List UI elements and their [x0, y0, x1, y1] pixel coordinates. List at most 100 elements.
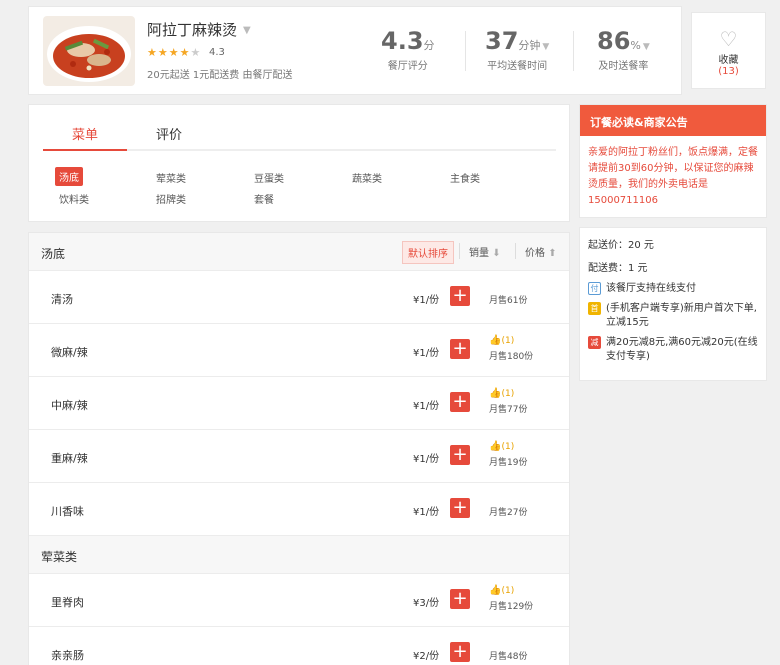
- sort-sales-button[interactable]: 销量 ⬇: [469, 244, 501, 259]
- add-to-cart-button[interactable]: +: [450, 392, 470, 412]
- dish-sold: 月售180份: [489, 352, 534, 362]
- dish-sold: 月售27份: [489, 508, 528, 518]
- rating-score: 4.3: [209, 47, 225, 58]
- discount-icon: 减: [588, 336, 601, 349]
- min-order: 起送价：20 元: [588, 240, 654, 251]
- chevron-down-icon: ▼: [542, 42, 550, 52]
- tab-menu[interactable]: 菜单: [72, 124, 98, 143]
- shop-name-text: 阿拉丁麻辣烫: [147, 21, 238, 39]
- dish-name[interactable]: 里脊肉: [51, 594, 84, 610]
- dish-price: ¥1/份: [413, 348, 440, 359]
- stat-delivery-time[interactable]: 37分钟 ▼ 平均送餐时间: [485, 27, 549, 72]
- sort-price-label: 价格: [525, 248, 545, 259]
- shop-thumbnail[interactable]: [43, 16, 135, 86]
- thumbs-up-icon: 👍: [489, 585, 502, 596]
- category-item[interactable]: 蔬菜类: [352, 170, 382, 185]
- stat-ontime-unit: %: [630, 39, 641, 52]
- add-to-cart-button[interactable]: +: [450, 339, 470, 359]
- stat-rating-value: 4.3: [381, 27, 424, 55]
- promo-item: 减 满20元减8元,满60元减20元(在线支付专享): [588, 336, 758, 364]
- dish-likes: 👍(1): [489, 585, 514, 596]
- divider: [459, 243, 460, 259]
- section-header: 汤底 默认排序 销量 ⬇ 价格 ⬆: [29, 233, 569, 271]
- dish-likes: 👍(1): [489, 441, 514, 452]
- stat-time-unit: 分钟: [518, 39, 541, 52]
- stat-rating[interactable]: 4.3分 餐厅评分: [381, 27, 435, 72]
- delivery-fee: 配送费：1 元: [588, 263, 648, 274]
- thumbs-up-icon: 👍: [489, 388, 502, 399]
- dish-name[interactable]: 中麻/辣: [51, 397, 88, 413]
- add-to-cart-button[interactable]: +: [450, 498, 470, 518]
- tab-bar: 菜单 评价: [43, 105, 556, 151]
- add-to-cart-button[interactable]: +: [450, 286, 470, 306]
- divider: [573, 31, 574, 71]
- dish-row: 里脊肉 ¥3/份 + 👍(1) 月售129份: [29, 574, 569, 627]
- stat-rating-unit: 分: [423, 39, 435, 52]
- category-item[interactable]: 主食类: [450, 170, 480, 185]
- stat-time-value: 37: [485, 27, 519, 55]
- category-item[interactable]: 荤菜类: [156, 170, 186, 185]
- dish-row: 亲亲肠 ¥2/份 + 月售48份: [29, 627, 569, 665]
- chevron-down-icon: ▼: [642, 42, 650, 52]
- add-to-cart-button[interactable]: +: [450, 589, 470, 609]
- dish-price: ¥1/份: [413, 295, 440, 306]
- promo-text: 该餐厅支持在线支付: [606, 283, 696, 294]
- shop-name[interactable]: 阿拉丁麻辣烫 ▼: [147, 19, 251, 40]
- dish-sold: 月售48份: [489, 652, 528, 662]
- tab-reviews[interactable]: 评价: [156, 124, 182, 143]
- category-item[interactable]: 汤底: [55, 167, 83, 186]
- star-icon: ★: [168, 46, 180, 59]
- dish-likes-count: (1): [501, 586, 515, 596]
- add-to-cart-button[interactable]: +: [450, 445, 470, 465]
- divider: [515, 243, 516, 259]
- dish-likes-count: (1): [501, 389, 515, 399]
- sort-sales-label: 销量: [469, 248, 489, 259]
- stat-ontime-label: 及时送餐率: [598, 61, 649, 72]
- star-empty-icon: ★: [190, 46, 202, 59]
- dish-row: 清汤 ¥1/份 + 月售61份: [29, 271, 569, 324]
- arrow-down-icon: ⬇: [492, 248, 501, 259]
- dish-price: ¥1/份: [413, 507, 440, 518]
- dish-sold: 月售19份: [489, 458, 528, 468]
- dish-likes: 👍(1): [489, 388, 514, 399]
- shop-notice: 订餐必读&商家公告 亲爱的阿拉丁粉丝们，饭点爆满，定餐请提前30到60分钟，以保…: [579, 104, 767, 218]
- dish-name[interactable]: 川香味: [51, 503, 84, 519]
- star-icon: ★: [157, 46, 169, 59]
- favorite-button[interactable]: ♡ 收藏 (13): [691, 12, 766, 89]
- delivery-info: 20元起送 1元配送费 由餐厅配送: [147, 70, 293, 81]
- section-title: 荤菜类: [41, 550, 78, 564]
- new-user-icon: 首: [588, 302, 601, 315]
- sort-default-button[interactable]: 默认排序: [402, 241, 454, 264]
- sort-price-button[interactable]: 价格 ⬆: [525, 244, 557, 259]
- dish-name[interactable]: 重麻/辣: [51, 450, 88, 466]
- thumbs-up-icon: 👍: [489, 441, 502, 452]
- stat-ontime-value: 86: [597, 27, 631, 55]
- shop-info: 起送价：20 元 配送费：1 元 付 该餐厅支持在线支付 首 (手机客户端专享)…: [579, 227, 767, 381]
- dish-sold: 月售129份: [489, 602, 534, 612]
- stat-ontime-rate[interactable]: 86% ▼ 及时送餐率: [597, 27, 650, 72]
- star-icon: ★: [147, 46, 158, 59]
- promo-item: 首 (手机客户端专享)新用户首次下单,立减15元: [588, 302, 758, 330]
- dish-name[interactable]: 微麻/辣: [51, 344, 88, 360]
- dish-name[interactable]: 清汤: [51, 291, 73, 307]
- add-to-cart-button[interactable]: +: [450, 642, 470, 662]
- favorite-label: 收藏: [718, 55, 739, 66]
- category-item[interactable]: 豆蛋类: [254, 170, 284, 185]
- category-item[interactable]: 套餐: [254, 191, 274, 206]
- chevron-down-icon[interactable]: ▼: [243, 25, 251, 36]
- heart-icon: ♡: [719, 27, 738, 51]
- promo-item: 付 该餐厅支持在线支付: [588, 282, 758, 296]
- section-title: 汤底: [41, 247, 66, 261]
- star-icon: ★: [179, 46, 191, 59]
- dish-row: 微麻/辣 ¥1/份 + 👍(1) 月售180份: [29, 324, 569, 377]
- dish-price: ¥2/份: [413, 651, 440, 662]
- promo-text: (手机客户端专享)新用户首次下单,立减15元: [606, 303, 757, 328]
- category-item[interactable]: 饮料类: [59, 191, 89, 206]
- category-item[interactable]: 招牌类: [156, 191, 186, 206]
- dish-row: 川香味 ¥1/份 + 月售27份: [29, 483, 569, 536]
- section-header: 荤菜类: [29, 536, 569, 574]
- dish-name[interactable]: 亲亲肠: [51, 647, 84, 663]
- notice-title: 订餐必读&商家公告: [580, 105, 766, 136]
- arrow-up-icon: ⬆: [548, 248, 557, 259]
- online-pay-icon: 付: [588, 282, 601, 295]
